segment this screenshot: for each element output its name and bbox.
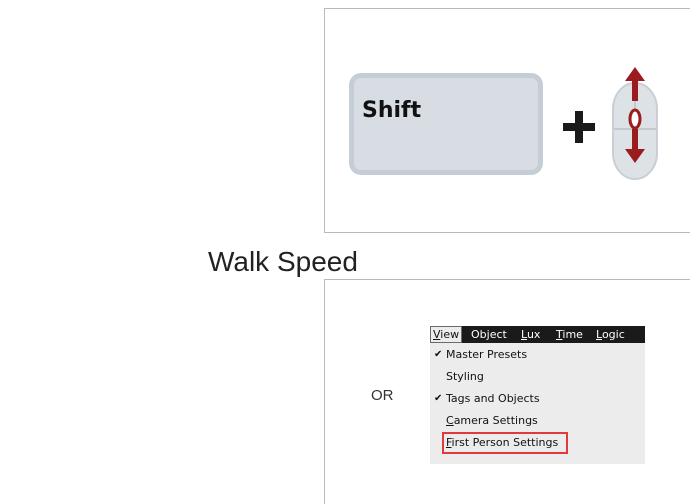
page-title: Walk Speed: [208, 246, 358, 277]
menu-item-camera-settings[interactable]: Camera Settings: [430, 410, 645, 432]
checkmark-icon: ✔: [434, 393, 443, 404]
menu-bar-item-object[interactable]: Object: [471, 326, 507, 343]
menu-item-tags-and-objects[interactable]: ✔ Tags and Objects: [430, 388, 645, 410]
shift-key-label: Shift: [362, 98, 422, 123]
menu-bar-item-logic[interactable]: Logic: [596, 326, 625, 343]
plus-icon: [563, 111, 595, 143]
or-label: OR: [371, 387, 394, 404]
menu-panel: OR View Object Lux Time Logic ✔ Master P…: [324, 279, 690, 504]
mouse-scroll-wheel-icon: [612, 67, 658, 180]
highlight-box: First Person Settings: [441, 432, 569, 454]
menu-item-master-presets[interactable]: ✔ Master Presets: [430, 344, 645, 366]
shift-key-graphic: Shift: [349, 73, 543, 175]
menu-bar-item-view[interactable]: View: [430, 326, 463, 343]
page: Walk Speed Shift OR View Object Lux Time…: [0, 0, 690, 504]
checkmark-icon: ✔: [434, 349, 443, 360]
shortcut-panel: Shift: [324, 8, 690, 233]
menu-item-styling[interactable]: Styling: [430, 366, 645, 388]
menu-bar: View Object Lux Time Logic: [430, 326, 645, 343]
menu-bar-item-time[interactable]: Time: [556, 326, 583, 343]
view-menu-screenshot: View Object Lux Time Logic ✔ Master Pres…: [430, 326, 645, 464]
menu-bar-item-lux[interactable]: Lux: [521, 326, 540, 343]
menu-item-first-person-settings[interactable]: First Person Settings: [430, 432, 645, 454]
